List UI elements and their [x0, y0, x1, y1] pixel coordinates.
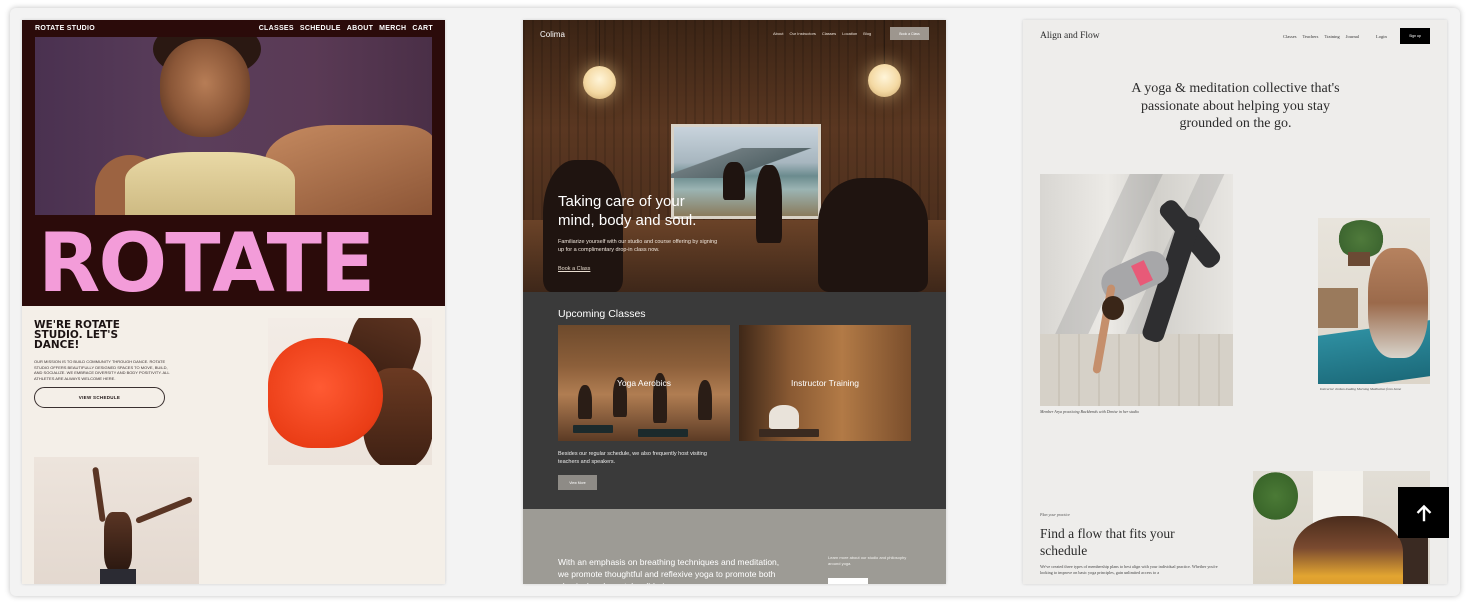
colima-lamp [583, 66, 616, 99]
rotate-hero-photo [35, 37, 432, 215]
colima-nav-classes[interactable]: Classes [822, 31, 836, 36]
rotate-nav-classes[interactable]: CLASSES [259, 25, 294, 32]
view-more-button[interactable]: View More [558, 475, 597, 490]
signup-button[interactable]: Sign up [1400, 28, 1430, 44]
align-headline: A yoga & meditation collective that's pa… [1131, 81, 1340, 131]
book-class-link[interactable]: Book a Class [558, 266, 590, 272]
template-card-rotate[interactable]: ROTATE STUDIO CLASSES SCHEDULE ABOUT MER… [22, 20, 445, 584]
align-meditation-photo [1318, 218, 1430, 384]
colima-footer-side-text: Learn more about our studio and philosop… [828, 555, 907, 566]
class-card-yoga-aerobics[interactable]: Yoga Aerobics [558, 325, 730, 441]
class-card-instructor-training[interactable]: Instructor Training [739, 325, 911, 441]
colima-footer-text: With an emphasis on breathing techniques… [558, 557, 780, 584]
rotate-heading: WE'RE ROTATE STUDIO. LET'S DANCE! [34, 319, 120, 351]
colima-lamp [868, 64, 901, 97]
upcoming-classes-title: Upcoming Classes [558, 308, 646, 320]
colima-blurb: Besides our regular schedule, we also fr… [558, 451, 707, 465]
colima-headline: Taking care of your mind, body and soul. [558, 193, 697, 229]
align-caption-2: Instructor Jordan leading Morning Medita… [1320, 387, 1402, 391]
rotate-nav-about[interactable]: ABOUT [347, 25, 373, 32]
align-caption-1: Member Arya practicing Backbends with De… [1040, 409, 1140, 414]
arrow-up-icon [1416, 504, 1431, 521]
align-nav-teachers[interactable]: Teachers [1303, 34, 1319, 39]
colima-nav-blog[interactable]: Blog [863, 31, 871, 36]
align-nav-journal[interactable]: Journal [1346, 34, 1359, 39]
rotate-brand[interactable]: ROTATE STUDIO [35, 25, 95, 32]
align-nav-training[interactable]: Training [1324, 34, 1339, 39]
align-eyebrow: Plan your practice [1040, 512, 1070, 517]
align-backbend-photo [1040, 174, 1233, 406]
class-label: Instructor Training [790, 378, 860, 388]
rotate-dancer-photo-pose [34, 457, 199, 584]
colima-brand[interactable]: Colima [540, 30, 565, 39]
colima-hero: Colima About Our Instructors Classes Loc… [523, 20, 946, 292]
align-nav-classes[interactable]: Classes [1283, 34, 1297, 39]
template-gallery: ROTATE STUDIO CLASSES SCHEDULE ABOUT MER… [10, 8, 1460, 596]
rotate-nav-schedule[interactable]: SCHEDULE [300, 25, 341, 32]
align-section-heading: Find a flow that fits your schedule [1040, 526, 1175, 558]
rotate-nav-cart[interactable]: CART [412, 25, 433, 32]
rotate-nav: CLASSES SCHEDULE ABOUT MERCH CART [259, 25, 433, 32]
colima-footer-button[interactable] [828, 578, 868, 584]
template-card-align-and-flow[interactable]: Align and Flow Classes Teachers Training… [1023, 20, 1447, 584]
colima-subtext: Familiarize yourself with our studio and… [558, 239, 718, 253]
back-to-top-button[interactable] [1398, 487, 1449, 538]
template-card-colima[interactable]: Colima About Our Instructors Classes Loc… [523, 20, 946, 584]
book-class-button[interactable]: Book a Class [890, 27, 929, 40]
rotate-hero: ROTATE STUDIO CLASSES SCHEDULE ABOUT MER… [22, 20, 445, 306]
colima-nav-location[interactable]: Location [842, 31, 857, 36]
colima-footer-section: With an emphasis on breathing techniques… [523, 509, 946, 584]
colima-nav-instructors[interactable]: Our Instructors [789, 31, 815, 36]
rotate-nav-merch[interactable]: MERCH [379, 25, 406, 32]
align-nav: Classes Teachers Training Journal [1283, 34, 1359, 39]
rotate-body-text: OUR MISSION IS TO BUILD COMMUNITY THROUG… [34, 359, 170, 381]
colima-nav-about[interactable]: About [773, 31, 783, 36]
view-schedule-button[interactable]: VIEW SCHEDULE [34, 387, 165, 408]
class-label: Yoga Aerobics [616, 378, 672, 388]
align-section-body: We've created three types of membership … [1040, 564, 1218, 575]
login-link[interactable]: Login [1376, 34, 1387, 39]
rotate-hero-word: ROTATE [38, 217, 375, 311]
rotate-dancer-photo-orange [268, 318, 432, 465]
colima-nav: About Our Instructors Classes Location B… [773, 31, 871, 36]
align-brand[interactable]: Align and Flow [1040, 31, 1100, 41]
